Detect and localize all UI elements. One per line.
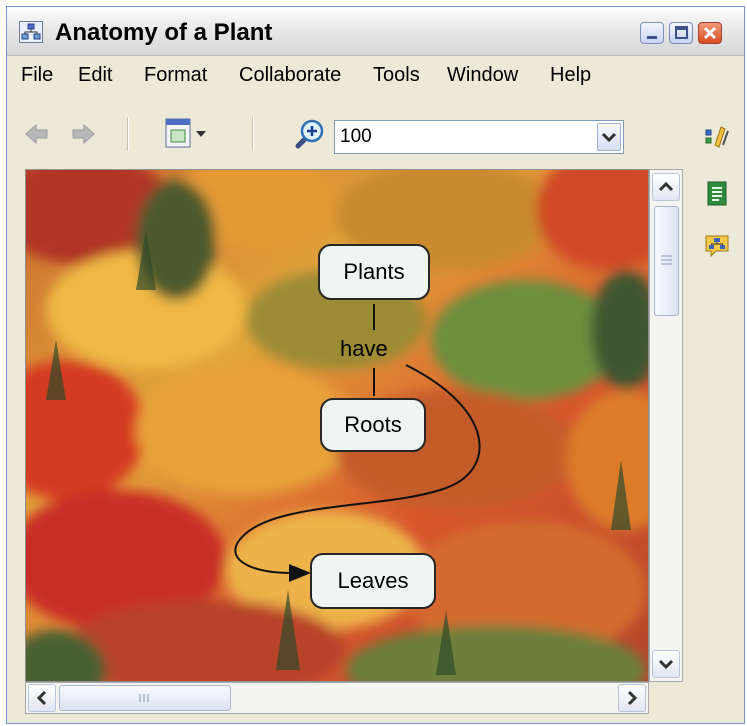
menu-collaborate[interactable]: Collaborate: [239, 64, 341, 87]
zoom-dropdown-button[interactable]: [597, 123, 621, 151]
scroll-up-button[interactable]: [652, 173, 680, 201]
close-button[interactable]: [698, 22, 722, 44]
menu-help[interactable]: Help: [550, 64, 591, 87]
concept-map-canvas[interactable]: Plants have Roots Leaves: [25, 169, 649, 682]
zoom-in-icon[interactable]: [292, 118, 326, 152]
toolbar-separator: [127, 117, 129, 151]
scroll-down-button[interactable]: [652, 650, 680, 678]
concept-node-leaves[interactable]: Leaves: [310, 553, 436, 609]
zoom-value: 100: [340, 126, 372, 147]
concept-node-plants[interactable]: Plants: [318, 244, 430, 300]
maximize-button[interactable]: [669, 22, 693, 44]
zoom-combobox[interactable]: 100: [334, 120, 624, 154]
scroll-left-button[interactable]: [28, 684, 56, 712]
styles-icon[interactable]: [703, 121, 731, 149]
window-title: Anatomy of a Plant: [55, 19, 273, 46]
app-window: Anatomy of a Plant File Edit Format Coll…: [6, 6, 745, 724]
concept-map-app-icon: [19, 21, 43, 43]
forward-arrow-icon[interactable]: [69, 120, 97, 148]
map-overview-icon[interactable]: [703, 231, 731, 259]
menu-file[interactable]: File: [21, 64, 53, 87]
back-arrow-icon[interactable]: [23, 120, 51, 148]
concept-node-roots[interactable]: Roots: [320, 398, 426, 452]
linking-phrase-have[interactable]: have: [340, 336, 388, 362]
toolbar: 100: [7, 93, 744, 163]
menu-window[interactable]: Window: [447, 64, 518, 87]
menu-tools[interactable]: Tools: [373, 64, 420, 87]
document-list-icon[interactable]: [703, 179, 731, 207]
menu-format[interactable]: Format: [144, 64, 207, 87]
vertical-scroll-thumb[interactable]: [654, 206, 679, 316]
minimize-button[interactable]: [640, 22, 664, 44]
vertical-scrollbar[interactable]: [649, 169, 683, 682]
horizontal-scroll-thumb[interactable]: [59, 685, 231, 711]
menu-bar: File Edit Format Collaborate Tools Windo…: [7, 56, 744, 92]
menu-edit[interactable]: Edit: [78, 64, 112, 87]
scroll-right-button[interactable]: [618, 684, 646, 712]
title-bar[interactable]: Anatomy of a Plant: [7, 7, 744, 56]
window-layout-icon[interactable]: [162, 116, 210, 152]
horizontal-scrollbar[interactable]: [25, 682, 649, 714]
toolbar-separator: [252, 117, 254, 151]
